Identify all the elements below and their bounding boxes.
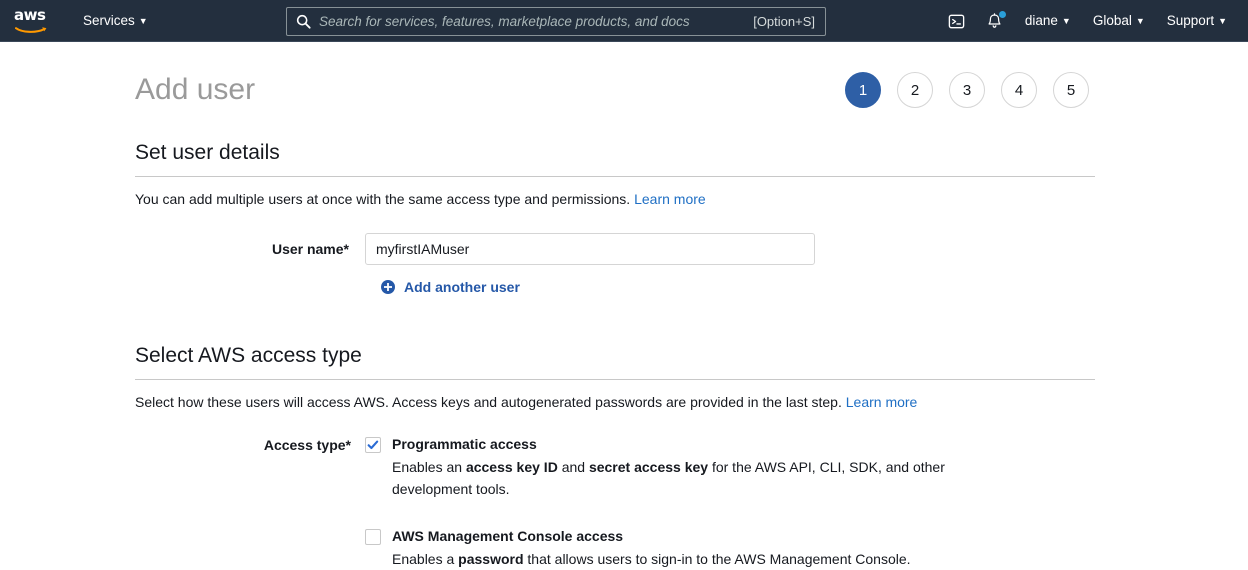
wizard-step-2[interactable]: 2 (897, 72, 933, 108)
console-access-title: AWS Management Console access (392, 528, 624, 544)
nav-right-group: diane ▼ Global ▼ Support ▼ (938, 0, 1238, 42)
programmatic-access-title: Programmatic access (392, 436, 537, 452)
region-menu[interactable]: Global ▼ (1084, 0, 1154, 42)
console-access-description: Enables a password that allows users to … (392, 551, 911, 567)
select-access-type-learn-more-link[interactable]: Learn more (846, 394, 918, 410)
set-user-details-description: You can add multiple users at once with … (135, 189, 1095, 209)
aws-logo[interactable]: aws (14, 5, 52, 34)
section-divider (135, 379, 1095, 380)
set-user-details-description-text: You can add multiple users at once with … (135, 191, 631, 207)
region-menu-label: Global (1092, 13, 1132, 28)
select-access-type-section: Select AWS access type Select how these … (135, 343, 1095, 570)
set-user-details-section: Set user details You can add multiple us… (135, 140, 1095, 299)
wizard-step-3-number: 3 (962, 81, 972, 99)
search-shortcut-hint: [Option+S] (753, 14, 815, 29)
add-another-user-button[interactable]: Add another user (381, 279, 520, 295)
services-menu[interactable]: Services ▼ (74, 0, 157, 42)
wizard-step-5-number: 5 (1066, 81, 1076, 99)
access-type-label: Access type* (263, 437, 351, 453)
programmatic-access-description: Enables an access key ID and secret acce… (392, 459, 945, 497)
wizard-step-4-number: 4 (1014, 81, 1024, 99)
chevron-down-icon: ▼ (138, 15, 148, 26)
username-label: User name* (271, 241, 349, 257)
support-menu-label: Support (1166, 13, 1215, 28)
global-search[interactable]: [Option+S] (286, 7, 826, 36)
content-column: Add user 1 2 3 4 5 Set user details You … (135, 42, 1095, 570)
account-menu[interactable]: diane ▼ (1016, 0, 1080, 42)
console-access-option[interactable]: AWS Management Console access Enables a … (365, 526, 1095, 570)
wizard-step-indicator: 1 2 3 4 5 (845, 72, 1089, 108)
top-navigation-bar: aws Services▼ [Option+S] (0, 0, 1248, 42)
chevron-down-icon: ▼ (1061, 16, 1071, 26)
page-header: Add user 1 2 3 4 5 (135, 42, 1095, 118)
aws-logo-smile-icon (15, 26, 47, 33)
wizard-step-1-number: 1 (858, 81, 868, 99)
section-divider (135, 176, 1095, 177)
chevron-down-icon: ▼ (1135, 16, 1145, 26)
chevron-down-icon: ▼ (1218, 16, 1227, 26)
services-menu-label: Services (83, 12, 135, 28)
console-access-text: AWS Management Console access Enables a … (392, 526, 911, 570)
account-menu-label: diane (1024, 13, 1058, 28)
wizard-step-5[interactable]: 5 (1053, 72, 1089, 108)
add-another-user-label: Add another user (404, 279, 520, 295)
notification-badge-dot (998, 11, 1006, 18)
select-access-type-description-text: Select how these users will access AWS. … (135, 394, 842, 410)
cloudshell-icon (949, 14, 965, 28)
set-user-details-learn-more-link[interactable]: Learn more (634, 191, 706, 207)
wizard-step-1[interactable]: 1 (845, 72, 881, 108)
support-menu[interactable]: Support ▼ (1158, 0, 1236, 42)
wizard-step-4[interactable]: 4 (1001, 72, 1037, 108)
console-access-checkbox[interactable] (365, 529, 381, 545)
programmatic-access-checkbox[interactable] (365, 437, 381, 453)
username-row: User name* (135, 233, 1095, 265)
access-type-options: Programmatic access Enables an access ke… (365, 434, 1095, 570)
programmatic-access-text: Programmatic access Enables an access ke… (392, 434, 952, 500)
set-user-details-title: Set user details (135, 141, 280, 164)
checkmark-icon (367, 440, 379, 450)
search-input[interactable] (319, 14, 744, 29)
programmatic-access-option[interactable]: Programmatic access Enables an access ke… (365, 434, 1095, 500)
cloudshell-button[interactable] (942, 6, 972, 36)
notifications-button[interactable] (980, 6, 1010, 36)
aws-logo-wordmark: aws (14, 5, 46, 24)
wizard-step-3[interactable]: 3 (949, 72, 985, 108)
select-access-type-description: Select how these users will access AWS. … (135, 392, 1095, 412)
wizard-step-2-number: 2 (910, 81, 920, 99)
search-icon (296, 14, 311, 29)
plus-circle-icon (381, 280, 395, 294)
page-title: Add user (135, 73, 256, 106)
username-input[interactable] (365, 233, 815, 265)
access-type-block: Access type* Programmatic access Enables… (135, 434, 1095, 570)
select-access-type-title: Select AWS access type (135, 344, 362, 367)
page-body: Add user 1 2 3 4 5 Set user details You … (0, 42, 1248, 570)
